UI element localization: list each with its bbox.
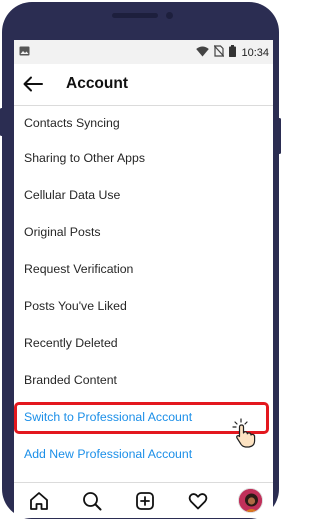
bottom-tab-bar [14, 482, 273, 518]
phone-screen: 10:34 Account Contacts Syncing Sharing t… [14, 40, 273, 518]
home-icon[interactable] [28, 490, 50, 512]
menu-item-recently-deleted[interactable]: Recently Deleted [14, 325, 273, 362]
profile-avatar[interactable] [238, 488, 263, 513]
menu-item-request-verification[interactable]: Request Verification [14, 251, 273, 288]
page-title: Account [66, 75, 128, 92]
status-bar: 10:34 [14, 40, 273, 64]
no-sim-icon [214, 45, 225, 60]
phone-speaker [112, 13, 158, 18]
menu-item-branded-content[interactable]: Branded Content [14, 362, 273, 399]
menu-item-sharing-to-other-apps[interactable]: Sharing to Other Apps [14, 140, 273, 177]
phone-camera [166, 12, 173, 19]
account-header: Account [14, 64, 273, 106]
account-settings-list: Contacts Syncing Sharing to Other Apps C… [14, 106, 273, 473]
add-new-professional-account-link[interactable]: Add New Professional Account [14, 436, 273, 473]
phone-volume-button [0, 108, 3, 136]
arrow-left-icon[interactable] [23, 76, 43, 97]
switch-to-professional-account-link[interactable]: Switch to Professional Account [14, 399, 273, 436]
new-post-icon[interactable] [134, 490, 156, 512]
battery-icon [229, 45, 237, 60]
menu-item-cellular-data-use[interactable]: Cellular Data Use [14, 177, 273, 214]
menu-item-contacts-syncing[interactable]: Contacts Syncing [14, 106, 273, 140]
menu-item-original-posts[interactable]: Original Posts [14, 214, 273, 251]
phone-frame: 10:34 Account Contacts Syncing Sharing t… [2, 2, 279, 519]
menu-item-posts-youve-liked[interactable]: Posts You've Liked [14, 288, 273, 325]
search-icon[interactable] [81, 490, 103, 512]
activity-heart-icon[interactable] [187, 490, 209, 512]
wifi-icon [196, 46, 210, 60]
phone-power-button [278, 118, 281, 154]
status-time: 10:34 [241, 46, 269, 59]
image-icon [19, 46, 30, 59]
